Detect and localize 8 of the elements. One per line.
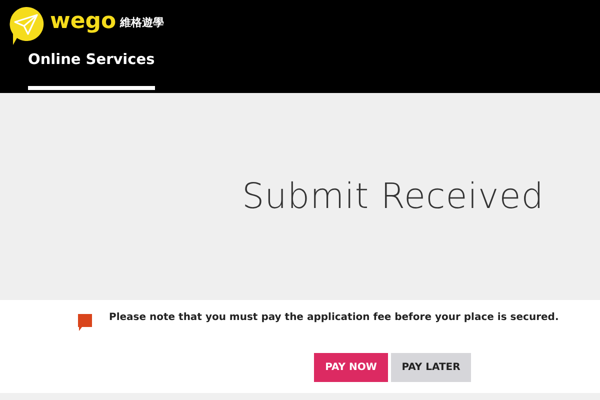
pay-now-button[interactable]: PAY NOW <box>314 353 388 382</box>
comment-icon <box>78 314 92 331</box>
brand-subtitle: 維格遊學 <box>120 14 164 30</box>
notice-text: Please note that you must pay the application fee before your place is secured. <box>109 312 559 323</box>
pay-later-button[interactable]: PAY LATER <box>391 353 471 382</box>
page-heading: Submit Received <box>242 176 544 216</box>
brand-name: wego <box>50 11 116 33</box>
paper-plane-logo-icon <box>8 6 44 46</box>
